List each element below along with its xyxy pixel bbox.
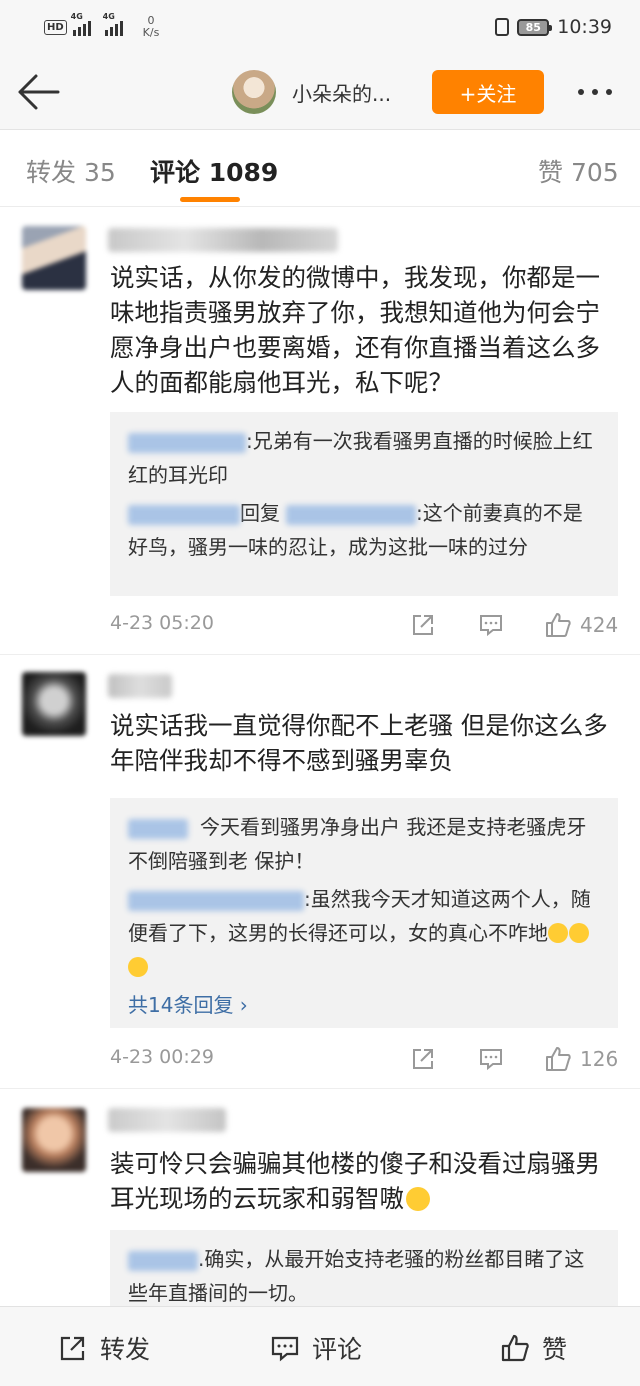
follow-button[interactable]: +关注 [432,70,544,114]
comment-icon [271,1336,299,1362]
shy-emoji-icon [406,1187,430,1211]
share-comment-button[interactable] [410,610,436,640]
nav-bar: 小朵朵的... +关注 [0,54,640,130]
commenter-name[interactable] [108,228,338,252]
repost-label: 转发 [100,1335,151,1364]
reply-item: .确实，从最开始支持老骚的粉丝都目睹了这些年直播间的一切。 [128,1242,600,1310]
comment-icon [480,615,502,637]
reply-item: :虽然我今天才知道这两个人，随便看了下，这男的长得还可以，女的真心不咋地 [128,882,600,984]
comment-icon [480,1049,502,1071]
reply-box[interactable]: 今天看到骚男净身出户 我还是支持老骚虎牙不倒陪骚到老 保护！ :虽然我今天才知道… [110,798,618,1028]
hd-icon: HD [44,19,67,35]
back-button[interactable] [14,70,62,114]
divider [0,654,640,655]
commenter-avatar[interactable] [22,226,86,290]
tab-likes[interactable]: 赞 705 [538,153,619,189]
commenter-avatar[interactable] [22,672,86,736]
tab-bar: 转发 35 评论 1089 赞 705 [0,131,640,207]
reply-box[interactable]: :兄弟有一次我看骚男直播的时候脸上红红的耳光印 回复:这个前妻真的不是好鸟，骚男… [110,412,618,596]
thumbs-up-icon [501,1334,529,1362]
signal-icon-2: 4G [103,12,123,36]
thumbs-up-icon [546,1047,571,1071]
reply-author[interactable] [128,504,240,525]
share-icon [413,615,433,635]
reply-author[interactable] [128,432,246,453]
laugh-cry-emoji-icon [569,923,589,943]
author-name[interactable]: 小朵朵的... [292,78,391,107]
back-arrow-icon [18,74,60,110]
comment-label: 评论 [312,1335,363,1364]
thumbs-up-icon [546,613,571,637]
repost-button[interactable]: 转发 [58,1331,150,1365]
reply-target[interactable] [286,504,416,525]
reply-author[interactable] [128,890,304,911]
comment-text: 说实话，从你发的微博中，我发现，你都是一味地指责骚男放弃了你，我想知道他为何会宁… [110,263,600,397]
active-tab-indicator [180,197,240,202]
status-bar: HD 4G 4G 0 K/s 85 10:39 [0,0,640,54]
reply-comment-button[interactable] [478,610,504,640]
more-dot-icon [606,89,612,95]
battery-icon: 85 [517,18,553,36]
repost-icon [60,1336,85,1361]
like-comment-button[interactable]: 126 [544,1044,618,1074]
reply-word: 回复 [240,501,280,525]
bottom-action-bar: 转发 评论 赞 [0,1306,640,1386]
commenter-avatar[interactable] [22,1108,86,1172]
like-label: 赞 [542,1335,568,1364]
reply-item: 今天看到骚男净身出户 我还是支持老骚虎牙不倒陪骚到老 保护！ [128,810,600,878]
more-button[interactable] [578,82,622,102]
comment-meta: 4-23 00:29 126 [110,1044,624,1074]
reply-item: :兄弟有一次我看骚男直播的时候脸上红红的耳光印 [128,424,600,492]
more-dot-icon [578,89,584,95]
divider [0,1088,640,1089]
commenter-name[interactable] [108,674,172,698]
laugh-cry-emoji-icon [548,923,568,943]
comment-time: 4-23 05:20 [110,612,214,634]
like-count: 424 [580,613,619,637]
like-count: 126 [580,1047,619,1071]
comment-text: 装可怜只会骗骗其他楼的傻子和没看过扇骚男耳光现场的云玩家和弱智嗷 [110,1149,600,1213]
like-button[interactable]: 赞 [500,1331,567,1365]
reply-author[interactable] [128,1250,198,1271]
reply-item: 回复:这个前妻真的不是好鸟，骚男一味的忍让，成为这批一味的过分 [128,496,600,564]
reply-comment-button[interactable] [478,1044,504,1074]
comment-time: 4-23 00:29 [110,1046,214,1068]
share-icon [413,1049,433,1069]
reply-text: 今天看到骚男净身出户 我还是支持老骚虎牙不倒陪骚到老 保护！ [128,815,587,873]
comment-text: 说实话我一直觉得你配不上老骚 但是你这么多年陪伴我却不得不感到骚男辜负 [110,711,608,775]
clock: 10:39 [557,16,612,38]
commenter-name[interactable] [108,1108,226,1132]
comment-meta: 4-23 05:20 424 [110,610,624,640]
reply-author[interactable] [128,818,188,839]
author-avatar[interactable] [232,70,276,114]
more-dot-icon [592,89,598,95]
laugh-cry-emoji-icon [128,957,148,977]
vibrate-icon [495,18,510,36]
more-replies-link[interactable]: 共14条回复 › [128,988,600,1022]
tab-repost[interactable]: 转发 35 [26,153,116,189]
share-comment-button[interactable] [410,1044,436,1074]
comment-button[interactable]: 评论 [270,1331,362,1365]
like-comment-button[interactable]: 424 [544,610,618,640]
signal-icon: 4G [71,12,91,36]
tab-comments[interactable]: 评论 1089 [150,153,278,189]
network-speed: 0 K/s [142,14,160,39]
